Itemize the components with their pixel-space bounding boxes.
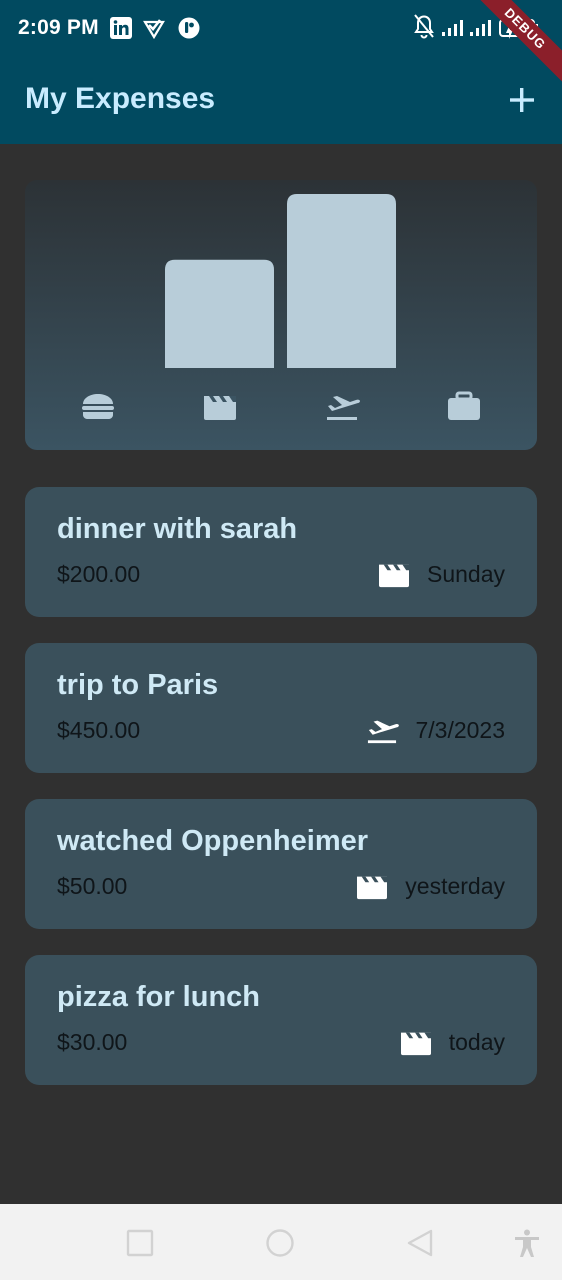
expense-item[interactable]: dinner with sarah $200.00 Sunday: [25, 487, 537, 617]
expense-meta: 7/3/2023: [365, 715, 505, 745]
expense-item[interactable]: pizza for lunch $30.00 today: [25, 955, 537, 1085]
linkedin-icon: [110, 17, 132, 39]
app-bar: My Expenses: [0, 56, 562, 144]
expense-title: dinner with sarah: [57, 513, 298, 545]
expense-date: today: [448, 1028, 505, 1055]
expense-amount: $50.00: [57, 873, 128, 899]
expense-meta: Sunday: [377, 559, 505, 589]
expense-chart: [25, 180, 537, 450]
page-title: My Expenses: [25, 82, 216, 115]
signal-icon: [442, 20, 463, 36]
chart-plot: [165, 194, 396, 368]
recent-apps-icon[interactable]: [125, 1228, 155, 1258]
bell-off-icon: [414, 14, 434, 39]
expense-meta: today: [399, 1027, 505, 1057]
chart-bar-leisure: [165, 259, 274, 368]
check-heart-icon: [143, 19, 165, 39]
add-expense-button[interactable]: [502, 80, 542, 120]
clapperboard-icon: [378, 564, 409, 588]
flight-takeoff-icon: [368, 720, 400, 744]
chart-bar-travel: [287, 194, 396, 368]
accessibility-icon[interactable]: [512, 1228, 542, 1258]
expense-date: yesterday: [405, 872, 505, 899]
clapperboard-icon: [400, 1032, 431, 1056]
expense-list: dinner with sarah $200.00 Sunday trip to…: [25, 487, 537, 1111]
flight-takeoff-icon: [327, 396, 360, 420]
expense-amount: $200.00: [57, 561, 141, 587]
briefcase-icon: [448, 391, 480, 420]
plus-icon: [510, 88, 534, 112]
expense-item[interactable]: watched Oppenheimer $50.00 yesterday: [25, 799, 537, 929]
expense-date: Sunday: [426, 560, 505, 587]
expense-title: pizza for lunch: [57, 981, 260, 1013]
status-time: 2:09 PM: [18, 16, 99, 39]
expense-title: trip to Paris: [57, 669, 219, 701]
system-nav-bar: [0, 1204, 562, 1280]
app-notification-icon: [178, 17, 200, 39]
expense-date: 7/3/2023: [415, 716, 505, 743]
clapperboard-icon: [204, 396, 236, 420]
back-icon[interactable]: [405, 1228, 435, 1258]
expense-amount: $30.00: [57, 1029, 128, 1055]
signal-icon: [470, 20, 491, 36]
expense-amount: $450.00: [57, 717, 141, 743]
burger-icon: [82, 394, 114, 419]
home-icon[interactable]: [265, 1228, 295, 1258]
clapperboard-icon: [357, 876, 388, 900]
expense-title: watched Oppenheimer: [57, 825, 369, 857]
expense-meta: yesterday: [355, 871, 505, 901]
status-bar: 2:09 PM 52: [0, 0, 562, 56]
expense-item[interactable]: trip to Paris $450.00 7/3/2023: [25, 643, 537, 773]
